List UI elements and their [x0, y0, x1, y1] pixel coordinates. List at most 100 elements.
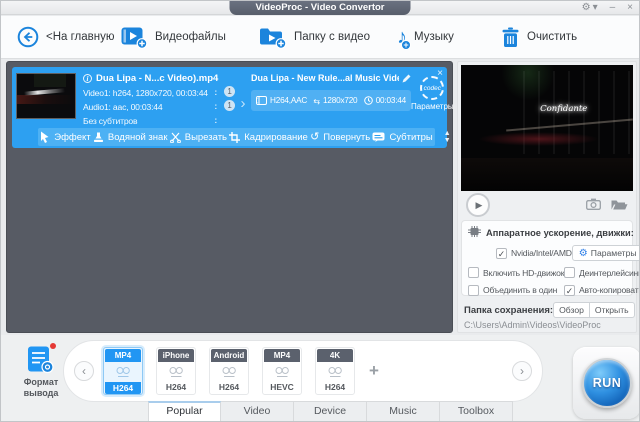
source-title: Dua Lipa - N...c Video).mp4 [96, 73, 218, 84]
tab-music[interactable]: Music [367, 401, 440, 422]
window-title: VideoProc - Video Convertor [230, 1, 411, 15]
format-strip: ‹ MP4 H264 iPhone H264 Andro [63, 340, 543, 402]
target-info: Dua Lipa - New Rule...al Music Video).mp… [251, 72, 411, 127]
open-folder-icon[interactable] [611, 198, 628, 213]
effect-cursor-icon [40, 131, 50, 143]
clip-card[interactable]: × i Dua Lipa - N...c Video).mp4 Video1: … [12, 67, 447, 148]
film-icon [256, 96, 267, 105]
notification-dot [50, 343, 56, 349]
settings-caret-icon[interactable]: ▾ [593, 1, 598, 15]
deinterlace-label: Деинтерлейсинг [579, 268, 640, 278]
sort-up-icon[interactable]: ▲ [444, 130, 451, 137]
format-card-android[interactable]: Android H264 [209, 347, 249, 395]
subtitles-tool[interactable]: Субтитры [372, 132, 432, 143]
close-button[interactable]: × [627, 1, 633, 15]
track-handle-icon[interactable]: : [214, 101, 217, 111]
back-home-button[interactable]: <На главную [17, 16, 121, 58]
save-folder-label: Папка сохранения: [464, 305, 553, 316]
play-button[interactable]: ▶ [466, 193, 490, 217]
gpu-label: Nvidia/Intel/AMD [511, 248, 572, 258]
resolution-badge: ⇆ 1280x720 [313, 96, 357, 106]
mapping-brace: › [235, 72, 251, 127]
formats-next-button[interactable]: › [512, 361, 532, 381]
music-add-icon: ♪ + [397, 27, 407, 47]
formats-prev-button[interactable]: ‹ [74, 361, 94, 381]
run-button[interactable]: RUN [582, 358, 632, 408]
subtitles-icon [372, 132, 385, 143]
crop-icon [229, 132, 240, 143]
neon-sign-text: Confidante [540, 104, 587, 114]
info-icon[interactable]: i [83, 74, 92, 83]
target-title: Dua Lipa - New Rule...al Music Video).mp… [251, 73, 399, 83]
output-format-button[interactable]: Формат вывода [13, 345, 69, 399]
gpu-checkbox[interactable]: ✓ [496, 248, 507, 259]
video-track-row[interactable]: Video1: h264, 1280x720, 00:03:44 : 1 [83, 88, 235, 98]
reorder-arrows[interactable]: ▲ ▼ [444, 130, 451, 144]
browse-button[interactable]: Обзор [553, 302, 590, 318]
track-handle-icon[interactable]: : [214, 115, 217, 125]
crop-tool[interactable]: Кадрирование [229, 132, 308, 143]
rotate-tool[interactable]: ↺ Повернуть [310, 132, 370, 143]
merge-label: Объединить в один [483, 285, 557, 295]
video-add-icon [121, 26, 148, 49]
track-handle-icon[interactable]: : [214, 87, 217, 97]
add-video-files-button[interactable]: Видеофайлы [121, 16, 259, 58]
trash-icon [501, 27, 520, 48]
audio-track-row[interactable]: Audio1: aac, 00:03:44 : 1 [83, 102, 235, 112]
format-output-label-2: вывода [13, 388, 69, 399]
clear-list-label: Очистить [527, 31, 577, 43]
audio-track-badge: 1 [224, 100, 235, 111]
gpu-row: ✓ Nvidia/Intel/AMD ⚙ Параметры [468, 245, 626, 261]
clear-list-button[interactable]: Очистить [501, 16, 577, 58]
format-card-4k[interactable]: 4K H264 [315, 347, 355, 395]
cut-tool[interactable]: Вырезать [170, 132, 227, 143]
open-button[interactable]: Открыть [590, 302, 635, 318]
rotate-icon: ↺ [310, 132, 319, 142]
format-cards: MP4 H264 iPhone H264 Android [103, 347, 355, 395]
hardware-options-box: Аппаратное ускорение, движки: ✓ Nvidia/I… [461, 220, 633, 296]
audio-track-label: Audio1: aac, 00:03:44 [83, 102, 162, 112]
snapshot-camera-icon[interactable] [586, 198, 601, 213]
autocopy-checkbox[interactable]: ✓ [564, 285, 575, 296]
codec-gear-icon[interactable]: codec [420, 76, 444, 100]
format-card-mp4-hevc[interactable]: MP4 HEVC [262, 347, 302, 395]
watermark-tool[interactable]: Водяной знак [93, 132, 168, 143]
output-format-icon [27, 345, 55, 375]
hw-params-button[interactable]: ⚙ Параметры [572, 245, 640, 261]
video-track-label: Video1: h264, 1280x720, 00:03:44 [83, 88, 208, 98]
subtitle-track-row[interactable]: Без субтитров : [83, 116, 235, 126]
duration-badge: 00:03:44 [364, 96, 406, 105]
source-title-row: i Dua Lipa - N...c Video).mp4 [83, 73, 235, 84]
add-video-folder-button[interactable]: Папку с видео [259, 16, 397, 58]
scissors-icon [170, 132, 181, 143]
preview-panel: Confidante ▶ Аппаратное уск [457, 61, 637, 333]
format-card-iphone[interactable]: iPhone H264 [156, 347, 196, 395]
tab-device[interactable]: Device [294, 401, 367, 422]
video-preview[interactable]: Confidante [461, 65, 633, 191]
deinterlace-checkbox[interactable] [564, 267, 575, 278]
back-home-label: <На главную [46, 31, 115, 43]
settings-gear-icon[interactable]: ⚙ [582, 1, 591, 15]
hd-engine-checkbox[interactable] [468, 267, 479, 278]
clip-card-body: i Dua Lipa - N...c Video).mp4 Video1: h2… [12, 67, 447, 127]
back-arrow-icon [17, 26, 39, 48]
autocopy-label: Авто-копировать [579, 285, 640, 295]
sort-down-icon[interactable]: ▼ [444, 137, 451, 144]
window-controls: ⚙ ▾ – × [582, 1, 633, 15]
effect-tool[interactable]: Эффект [40, 131, 90, 143]
format-card-mp4-h264[interactable]: MP4 H264 [103, 347, 143, 395]
reel-icon [210, 362, 248, 381]
output-bar: Формат вывода ‹ MP4 H264 iPhone [1, 335, 639, 422]
add-music-button[interactable]: ♪ + Музыку [397, 16, 501, 58]
tab-toolbox[interactable]: Toolbox [440, 401, 513, 422]
clip-edit-toolbar: Эффект Водяной знак Вырезать [38, 128, 435, 146]
rename-pencil-icon[interactable] [402, 74, 411, 83]
tab-popular[interactable]: Popular [148, 401, 221, 422]
tab-video[interactable]: Video [221, 401, 294, 422]
reel-icon [263, 362, 301, 381]
minimize-button[interactable]: – [610, 1, 616, 15]
add-format-button[interactable]: + [369, 361, 379, 381]
hd-deint-row: Включить HD-движок Деинтерлейсинг [468, 267, 626, 278]
hd-engine-label: Включить HD-движок [483, 268, 564, 278]
merge-checkbox[interactable] [468, 285, 479, 296]
